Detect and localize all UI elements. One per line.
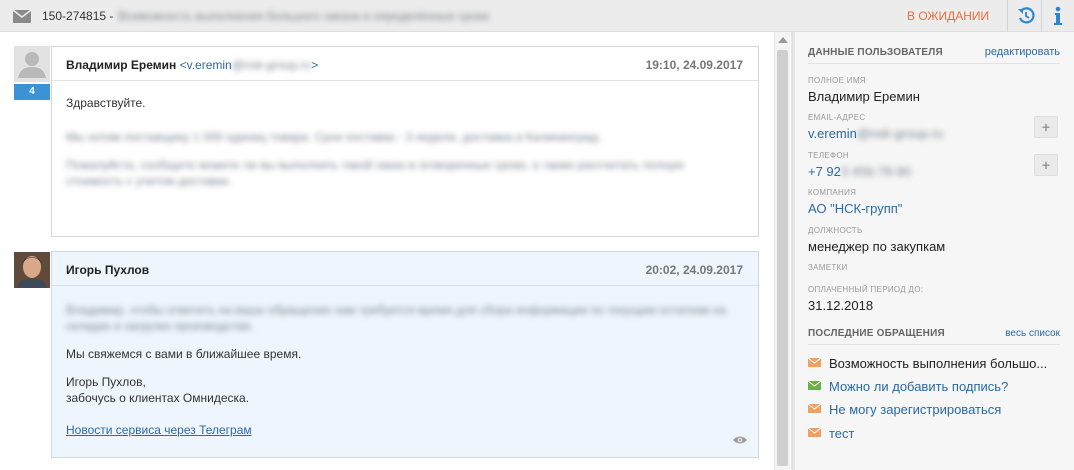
ticket-header: 150-274815 - Возможность выполнения боль… bbox=[0, 0, 1074, 32]
divider bbox=[1041, 0, 1042, 32]
company-label: КОМПАНИЯ bbox=[808, 188, 857, 197]
notes-label: ЗАМЕТКИ bbox=[808, 263, 848, 272]
divider bbox=[808, 344, 1060, 345]
message-line: Владимир, чтобы ответить на ваше обращен… bbox=[66, 303, 726, 333]
envelope-icon bbox=[808, 381, 821, 390]
scroll-up-arrow-icon[interactable] bbox=[778, 37, 788, 43]
recent-requests-title: ПОСЛЕДНИЕ ОБРАЩЕНИЯ bbox=[808, 328, 945, 339]
envelope-icon bbox=[13, 10, 31, 23]
divider bbox=[808, 63, 1060, 64]
message-body: Здравствуйте. Мы хотим поставщику 1 000 … bbox=[52, 81, 758, 203]
scroll-thumb[interactable] bbox=[777, 50, 788, 466]
agent-photo bbox=[14, 252, 50, 288]
message-author: Игорь Пухлов bbox=[66, 263, 150, 277]
add-phone-button[interactable]: + bbox=[1034, 154, 1058, 176]
message-count-badge: 4 bbox=[14, 84, 50, 100]
eye-icon[interactable] bbox=[733, 435, 747, 445]
user-data-panel: ДАННЫЕ ПОЛЬЗОВАТЕЛЯ редактировать ПОЛНОЕ… bbox=[795, 32, 1074, 470]
recent-request-item[interactable]: Возможность выполнения большо... bbox=[808, 356, 1047, 372]
phone-label: ТЕЛЕФОН bbox=[808, 151, 849, 160]
message-author: Владимир Еремин <v.eremin@nsk-group.ru> bbox=[66, 58, 318, 72]
message-scrollbar[interactable] bbox=[774, 32, 790, 470]
ticket-subject: Возможность выполнения большого заказа в… bbox=[118, 9, 490, 23]
message-line: Игорь Пухлов, bbox=[66, 375, 146, 389]
message-body: Владимир, чтобы ответить на ваше обращен… bbox=[52, 286, 758, 452]
message-time: 19:10, 24.09.2017 bbox=[645, 58, 743, 72]
paid-period-label: ОПЛАЧЕННЫЙ ПЕРИОД ДО: bbox=[808, 285, 924, 294]
author-email[interactable]: <v.eremin@nsk-group.ru> bbox=[180, 58, 319, 72]
recent-request-item[interactable]: тест bbox=[808, 426, 855, 442]
edit-link[interactable]: редактировать bbox=[985, 46, 1060, 58]
message-line: Пожалуйста, сообщите можете ли вы выполн… bbox=[66, 158, 685, 188]
envelope-icon bbox=[808, 428, 821, 437]
recent-request-item[interactable]: Можно ли добавить подпись? bbox=[808, 379, 1008, 395]
full-name-label: ПОЛНОЕ ИМЯ bbox=[808, 76, 866, 85]
user-placeholder-icon bbox=[18, 52, 46, 78]
panel-title: ДАННЫЕ ПОЛЬЗОВАТЕЛЯ bbox=[808, 47, 943, 58]
envelope-icon bbox=[808, 358, 821, 367]
email-label: EMAIL-АДРЕС bbox=[808, 113, 866, 122]
message-header: Владимир Еремин <v.eremin@nsk-group.ru> … bbox=[52, 47, 758, 81]
phone-value[interactable]: +7 923 456-78-90 bbox=[808, 164, 911, 179]
message-time: 20:02, 24.09.2017 bbox=[645, 263, 743, 277]
position-value: менеджер по закупкам bbox=[808, 239, 946, 254]
status-badge[interactable]: В ОЖИДАНИИ bbox=[907, 9, 989, 23]
author-name: Владимир Еремин bbox=[66, 58, 177, 72]
message-header: Игорь Пухлов 20:02, 24.09.2017 bbox=[52, 252, 758, 286]
message-card: Игорь Пухлов 20:02, 24.09.2017 Владимир,… bbox=[51, 251, 759, 458]
phone-value-hidden: 3 456-78-90 bbox=[840, 164, 912, 179]
envelope-icon bbox=[808, 404, 821, 413]
author-email-hidden: @nsk-group.ru bbox=[231, 58, 312, 72]
message-line: Мы свяжемся с вами в ближайшее время. bbox=[66, 347, 302, 361]
message-line: Мы хотим поставщику 1 000 единиц товара.… bbox=[66, 130, 602, 144]
email-value[interactable]: v.eremin@nsk-group.ru bbox=[808, 126, 943, 141]
divider bbox=[1007, 0, 1008, 32]
message-line: забочусь о клиентах Омнидеска. bbox=[66, 391, 250, 405]
email-value-hidden: @nsk-group.ru bbox=[856, 126, 944, 141]
history-icon[interactable] bbox=[1017, 7, 1035, 25]
message-card: Владимир Еремин <v.eremin@nsk-group.ru> … bbox=[51, 46, 759, 237]
position-label: ДОЛЖНОСТЬ bbox=[808, 226, 863, 235]
recent-request-item[interactable]: Не могу зарегистрироваться bbox=[808, 402, 1001, 418]
telegram-news-link[interactable]: Новости сервиса через Телеграм bbox=[66, 423, 252, 437]
avatar bbox=[14, 252, 50, 288]
message-line: Здравствуйте. bbox=[66, 96, 146, 110]
avatar bbox=[14, 46, 50, 82]
ticket-id: 150-274815 - bbox=[42, 9, 114, 23]
add-email-button[interactable]: + bbox=[1034, 116, 1058, 138]
all-requests-link[interactable]: весь список bbox=[1005, 328, 1060, 339]
info-icon[interactable] bbox=[1050, 6, 1066, 26]
paid-period-value: 31.12.2018 bbox=[808, 298, 874, 313]
company-value[interactable]: АО "НСК-групп" bbox=[808, 201, 902, 216]
full-name-value: Владимир Еремин bbox=[808, 89, 920, 104]
